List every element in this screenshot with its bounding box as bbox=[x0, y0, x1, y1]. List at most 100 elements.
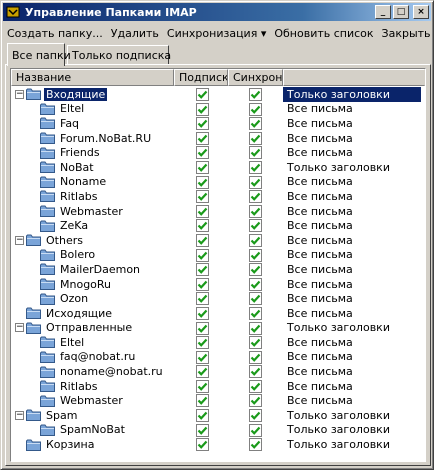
folder-row[interactable]: faq@nobat.ru Все письма bbox=[11, 350, 425, 365]
sync-mode-cell[interactable]: Все письма bbox=[283, 306, 421, 321]
create-folder-button[interactable]: Создать папку... bbox=[3, 27, 107, 40]
sync-checkbox[interactable] bbox=[249, 204, 262, 218]
refresh-list-button[interactable]: Обновить список bbox=[270, 27, 377, 40]
subscription-checkbox[interactable] bbox=[196, 423, 209, 437]
sync-checkbox[interactable] bbox=[249, 365, 262, 379]
folder-name-cell[interactable]: Bolero bbox=[29, 248, 97, 263]
sync-checkbox[interactable] bbox=[249, 263, 262, 277]
folder-row[interactable]: Forum.NoBat.RU Все письма bbox=[11, 131, 425, 146]
tab-all-folders[interactable]: Все папки bbox=[7, 43, 71, 66]
sync-checkbox[interactable] bbox=[249, 117, 262, 131]
subscription-checkbox[interactable] bbox=[196, 248, 209, 262]
expander-icon[interactable]: − bbox=[15, 410, 24, 420]
subscription-checkbox[interactable] bbox=[196, 88, 209, 101]
sync-checkbox[interactable] bbox=[249, 379, 262, 393]
folder-name-cell[interactable]: Исходящие bbox=[15, 306, 114, 321]
subscription-checkbox[interactable] bbox=[196, 160, 209, 174]
sync-checkbox[interactable] bbox=[249, 350, 262, 364]
subscription-checkbox[interactable] bbox=[196, 350, 209, 364]
folder-name-cell[interactable]: Noname bbox=[29, 175, 108, 190]
subscription-checkbox[interactable] bbox=[196, 204, 209, 218]
sync-checkbox[interactable] bbox=[249, 219, 262, 233]
folder-name-cell[interactable]: Webmaster bbox=[29, 204, 125, 219]
folder-name-cell[interactable]: Eltel bbox=[29, 335, 86, 350]
folder-name-cell[interactable]: Корзина bbox=[15, 437, 96, 452]
sync-checkbox[interactable] bbox=[249, 88, 262, 101]
expander-icon[interactable]: − bbox=[15, 323, 24, 333]
column-mode[interactable] bbox=[283, 69, 425, 86]
sync-checkbox[interactable] bbox=[249, 160, 262, 174]
folder-row[interactable]: Webmaster Все письма bbox=[11, 393, 425, 408]
sync-checkbox[interactable] bbox=[249, 321, 262, 335]
folder-name-cell[interactable]: Friends bbox=[29, 145, 102, 160]
folder-row[interactable]: Ozon Все письма bbox=[11, 291, 425, 306]
subscription-checkbox[interactable] bbox=[196, 438, 209, 452]
folder-name-cell[interactable]: − Отправленные bbox=[15, 321, 134, 336]
folder-name-cell[interactable]: Ozon bbox=[29, 291, 90, 306]
sync-checkbox[interactable] bbox=[249, 336, 262, 350]
sync-mode-cell[interactable]: Все письма bbox=[283, 262, 421, 277]
close-button[interactable]: Закрыть bbox=[378, 27, 434, 40]
folder-row[interactable]: Ritlabs Все письма bbox=[11, 379, 425, 394]
folder-name-cell[interactable]: SpamNoBat bbox=[29, 423, 127, 438]
folder-row[interactable]: − Отправленные Только заголовки bbox=[11, 321, 425, 336]
folder-name-cell[interactable]: ZeKa bbox=[29, 218, 90, 233]
sync-mode-cell[interactable]: Все письма bbox=[283, 102, 421, 117]
sync-mode-cell[interactable]: Все письма bbox=[283, 291, 421, 306]
tab-subscribed-only[interactable]: Только подписка bbox=[67, 45, 171, 65]
folder-row[interactable]: Eltel Все письма bbox=[11, 102, 425, 117]
title-bar[interactable]: Управление Папками IMAP _ □ × bbox=[3, 3, 431, 21]
sync-mode-cell[interactable]: Все письма bbox=[283, 335, 421, 350]
folder-name-cell[interactable]: − Входящие bbox=[15, 87, 108, 102]
sync-checkbox[interactable] bbox=[249, 248, 262, 262]
sync-mode-cell[interactable]: Все письма bbox=[283, 175, 421, 190]
sync-checkbox[interactable] bbox=[249, 292, 262, 306]
sync-mode-cell[interactable]: Только заголовки bbox=[283, 408, 421, 423]
subscription-checkbox[interactable] bbox=[196, 379, 209, 393]
sync-checkbox[interactable] bbox=[249, 423, 262, 437]
sync-mode-cell[interactable]: Только заголовки bbox=[283, 437, 421, 452]
sync-checkbox[interactable] bbox=[249, 438, 262, 452]
folder-row[interactable]: Корзина Только заголовки bbox=[11, 437, 425, 452]
sync-checkbox[interactable] bbox=[249, 175, 262, 189]
sync-dropdown-button[interactable]: Синхронизация ▾ bbox=[163, 27, 270, 40]
sync-mode-cell[interactable]: Все письма bbox=[283, 393, 421, 408]
sync-mode-cell[interactable]: Все письма bbox=[283, 364, 421, 379]
sync-mode-cell[interactable]: Все письма bbox=[283, 233, 421, 248]
subscription-checkbox[interactable] bbox=[196, 131, 209, 145]
sync-mode-cell[interactable]: Все письма bbox=[283, 248, 421, 263]
folder-name-cell[interactable]: MnogoRu bbox=[29, 277, 113, 292]
folder-name-cell[interactable]: Faq bbox=[29, 116, 81, 131]
folder-name-cell[interactable]: MailerDaemon bbox=[29, 262, 142, 277]
folder-name-cell[interactable]: − Others bbox=[15, 233, 85, 248]
subscription-checkbox[interactable] bbox=[196, 102, 209, 116]
subscription-checkbox[interactable] bbox=[196, 365, 209, 379]
sync-checkbox[interactable] bbox=[249, 146, 262, 160]
sync-mode-cell[interactable]: Все письма bbox=[283, 379, 421, 394]
subscription-checkbox[interactable] bbox=[196, 190, 209, 204]
subscription-checkbox[interactable] bbox=[196, 117, 209, 131]
folder-row[interactable]: Ritlabs Все письма bbox=[11, 189, 425, 204]
sync-mode-cell[interactable]: Все письма bbox=[283, 218, 421, 233]
folder-row[interactable]: Faq Все письма bbox=[11, 116, 425, 131]
folder-row[interactable]: MnogoRu Все письма bbox=[11, 277, 425, 292]
folder-name-cell[interactable]: NoBat bbox=[29, 160, 96, 175]
folder-name-cell[interactable]: Ritlabs bbox=[29, 189, 100, 204]
folder-row[interactable]: − Входящие Только заголовки bbox=[11, 87, 425, 102]
sync-checkbox[interactable] bbox=[249, 131, 262, 145]
subscription-checkbox[interactable] bbox=[196, 175, 209, 189]
folder-row[interactable]: NoBat Только заголовки bbox=[11, 160, 425, 175]
folder-name-cell[interactable]: Webmaster bbox=[29, 393, 125, 408]
column-subscription[interactable]: Подписка bbox=[174, 69, 228, 86]
sync-mode-cell[interactable]: Все письма bbox=[283, 145, 421, 160]
sync-checkbox[interactable] bbox=[249, 190, 262, 204]
sync-checkbox[interactable] bbox=[249, 233, 262, 247]
sync-mode-cell[interactable]: Все письма bbox=[283, 350, 421, 365]
subscription-checkbox[interactable] bbox=[196, 292, 209, 306]
sync-mode-cell[interactable]: Только заголовки bbox=[283, 87, 421, 102]
subscription-checkbox[interactable] bbox=[196, 219, 209, 233]
sync-checkbox[interactable] bbox=[249, 409, 262, 423]
folder-name-cell[interactable]: faq@nobat.ru bbox=[29, 350, 137, 365]
subscription-checkbox[interactable] bbox=[196, 321, 209, 335]
folder-row[interactable]: Eltel Все письма bbox=[11, 335, 425, 350]
